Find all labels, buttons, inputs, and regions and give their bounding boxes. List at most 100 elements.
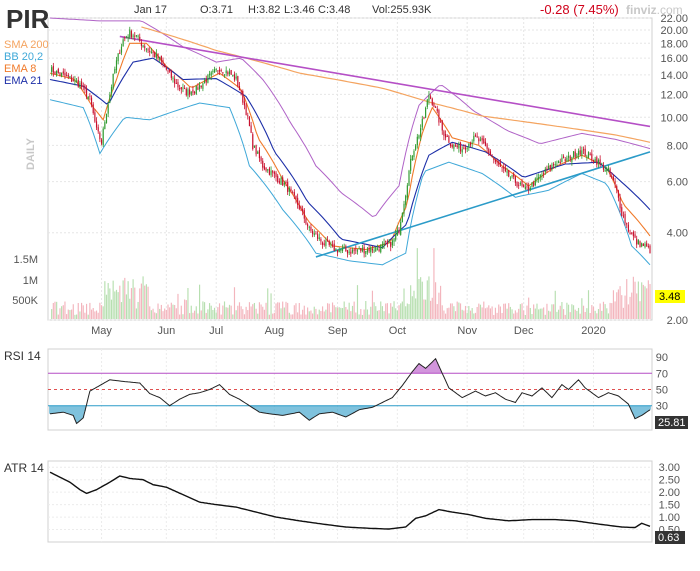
- volume-bar: [491, 306, 493, 319]
- volume-bar: [458, 302, 460, 319]
- candle-body: [320, 238, 322, 242]
- volume-bar: [383, 311, 385, 319]
- volume-bar: [584, 311, 586, 319]
- candle-body: [194, 92, 196, 94]
- volume-bar: [82, 305, 84, 319]
- candle-body: [586, 156, 588, 158]
- volume-bar: [233, 287, 236, 319]
- volume-bar: [341, 308, 344, 319]
- volume-bar: [438, 292, 440, 319]
- candle-body: [202, 83, 204, 89]
- candle-body: [135, 35, 138, 37]
- candle-body: [612, 176, 615, 181]
- volume-bar: [336, 307, 339, 319]
- candle-body: [411, 155, 413, 160]
- volume-bar: [499, 306, 501, 319]
- candle-body: [295, 195, 297, 200]
- candle-body: [242, 90, 244, 103]
- candle-body: [54, 71, 56, 74]
- volume-bar: [631, 292, 633, 319]
- atr-last-label: 0.63: [658, 532, 679, 544]
- candle-body: [508, 170, 510, 177]
- volume-bar: [599, 303, 601, 319]
- candle-body: [149, 50, 151, 52]
- volume-bar: [644, 286, 646, 319]
- candle-body: [287, 182, 289, 192]
- candle-body: [268, 168, 270, 175]
- candle-body: [616, 186, 618, 191]
- candle-body: [192, 89, 194, 93]
- volume-bar: [117, 292, 119, 319]
- volume-bar: [601, 310, 603, 319]
- candle-body: [212, 70, 214, 72]
- volume-bar: [523, 310, 525, 319]
- volume-bar: [396, 310, 398, 319]
- candle-body: [104, 122, 106, 129]
- candle-body: [273, 172, 275, 174]
- candle-body: [476, 136, 478, 138]
- volume-bar: [164, 308, 166, 319]
- volume-bar: [410, 285, 412, 319]
- volume-bar: [456, 301, 458, 319]
- volume-bar: [222, 305, 224, 319]
- candle-body: [514, 176, 516, 183]
- volume-bar: [629, 296, 631, 319]
- volume-bar: [74, 314, 76, 319]
- candle-body: [275, 172, 277, 177]
- volume-bar: [167, 304, 169, 319]
- volume-value: Vol:255.93K: [372, 4, 432, 16]
- volume-bar: [248, 302, 251, 319]
- rsi-tick-label: 50: [656, 385, 668, 397]
- candle-body: [99, 132, 101, 140]
- volume-bar: [104, 281, 106, 319]
- volume-bar: [529, 307, 531, 319]
- volume-bar: [278, 302, 280, 319]
- candle-body: [218, 69, 221, 72]
- volume-bar: [567, 304, 570, 319]
- candle-body: [614, 180, 616, 185]
- volume-bar: [413, 290, 415, 319]
- volume-bar: [105, 294, 108, 319]
- candle-body: [418, 135, 420, 139]
- volume-bar: [596, 313, 598, 319]
- volume-bar: [127, 281, 129, 319]
- candle-body: [56, 70, 58, 76]
- volume-bar: [237, 305, 239, 319]
- volume-tick-label: 500K: [12, 295, 38, 307]
- volume-bar: [619, 286, 621, 319]
- candle-body: [293, 192, 295, 196]
- volume-bar: [501, 313, 503, 319]
- volume-bar: [144, 285, 146, 319]
- volume-bar: [566, 302, 568, 319]
- volume-bar: [159, 308, 161, 319]
- volume-bar: [119, 285, 121, 319]
- candle-body: [551, 164, 553, 168]
- candle-body: [253, 145, 256, 148]
- candle-body: [358, 248, 360, 250]
- volume-bar: [267, 288, 269, 319]
- volume-bar: [390, 303, 392, 319]
- candle-body: [130, 31, 133, 37]
- volume-bar: [125, 294, 128, 319]
- volume-bar: [614, 301, 616, 319]
- volume-bar: [443, 310, 445, 319]
- candle-body: [338, 249, 340, 253]
- legend-ema8: EMA 8: [4, 63, 36, 75]
- volume-bar: [152, 308, 154, 319]
- candle-body: [370, 247, 372, 253]
- volume-bar: [180, 305, 182, 319]
- volume-bar: [498, 304, 500, 319]
- candle-body: [298, 204, 300, 210]
- candle-body: [305, 218, 307, 224]
- candle-body: [147, 49, 149, 51]
- candle-body: [481, 138, 483, 141]
- candle-body: [109, 94, 111, 103]
- volume-bar: [79, 311, 81, 319]
- candle-body: [587, 151, 590, 158]
- bar-date: Jan 17: [134, 4, 167, 16]
- volume-bar: [385, 303, 387, 319]
- volume-bar: [611, 303, 613, 319]
- candle-body: [152, 52, 154, 54]
- volume-bar: [519, 304, 521, 319]
- trendline-up: [315, 151, 651, 258]
